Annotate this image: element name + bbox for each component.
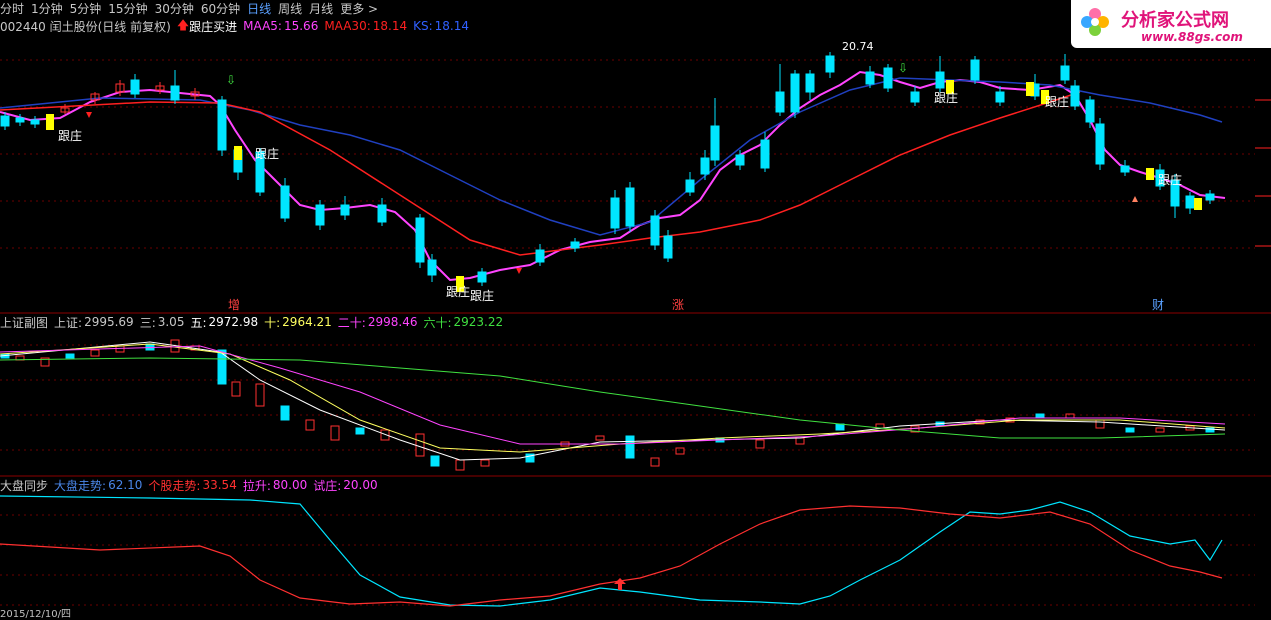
price-candle (735, 154, 745, 166)
follow-dealer-tag: 跟庄 (1045, 94, 1069, 109)
signal-candle (234, 146, 242, 160)
price-candle (280, 185, 290, 219)
price-candle (700, 157, 710, 175)
price-candle (30, 119, 40, 125)
index-candle (330, 425, 340, 441)
index-ma60-line (0, 357, 1226, 439)
price-candle (535, 249, 545, 263)
price-candle (805, 73, 815, 93)
index-candle (625, 435, 635, 459)
price-candle (883, 67, 893, 89)
index-candle (115, 345, 125, 353)
price-candle (625, 187, 635, 227)
index-candle (305, 419, 315, 431)
index-ma10-line (0, 343, 1226, 453)
price-candle (0, 115, 10, 127)
price-candle (760, 139, 770, 169)
index-candle (280, 405, 290, 421)
price-candle (825, 55, 835, 73)
logo-brand-text: 分析家公式网 (1121, 10, 1229, 31)
price-candle (315, 204, 325, 226)
index-candle (650, 457, 660, 467)
price-candle (217, 99, 227, 151)
follow-dealer-tag: 跟庄 (934, 90, 958, 105)
price-candle (1120, 165, 1130, 173)
price-candle (663, 235, 673, 259)
index-candle (90, 349, 100, 357)
price-candle (995, 91, 1005, 103)
index-candle (835, 423, 845, 431)
price-candle (377, 204, 387, 223)
index-candle (1125, 427, 1135, 433)
price-candle (340, 204, 350, 216)
index-candle (65, 353, 75, 359)
price-candle (1205, 193, 1215, 201)
follow-dealer-tag: 跟庄 (58, 128, 82, 143)
index-candle (480, 459, 490, 467)
price-candle (15, 117, 25, 123)
signal-candle (1146, 168, 1154, 180)
price-candle (970, 59, 980, 81)
price-candle (710, 125, 720, 161)
index-candle (795, 437, 805, 445)
ma30-line (0, 91, 1081, 256)
event-marker: 财 (1152, 298, 1164, 312)
down-arrow-icon: ⇩ (898, 61, 908, 75)
kline-chart-canvas[interactable]: 跟庄跟庄跟庄跟庄 跟庄跟庄跟庄20.74⇩⇩增涨财 (0, 0, 1271, 620)
event-marker: 涨 (672, 297, 684, 312)
index-candle (1035, 413, 1045, 419)
price-candle (1085, 99, 1095, 123)
index-candle (255, 383, 265, 407)
price-candle (170, 85, 180, 101)
index-candle (1095, 419, 1105, 429)
price-candle (1060, 65, 1070, 81)
price-candle (130, 79, 140, 95)
price-candle (865, 71, 875, 85)
market-trend-line (0, 495, 1223, 607)
sell-triangle-icon (1132, 196, 1138, 202)
price-candle (1185, 195, 1195, 209)
stock-trend-line (0, 505, 1223, 607)
down-arrow-icon: ⇩ (226, 73, 236, 87)
signal-candle (1194, 198, 1202, 210)
price-candle (1070, 85, 1080, 107)
flower-logo-icon (1081, 8, 1109, 36)
price-candle (935, 71, 945, 89)
index-candle (1155, 427, 1165, 433)
price-candle (685, 179, 695, 193)
price-candle (427, 259, 437, 276)
cursor-date: 2015/12/10/四 (0, 609, 72, 620)
price-candle (570, 241, 580, 249)
logo-url-text: www.88gs.com (1141, 30, 1243, 44)
index-candle (430, 455, 440, 467)
follow-dealer-tag: 跟庄 (1158, 172, 1182, 187)
price-candle (790, 73, 800, 113)
event-marker: 增 (228, 298, 240, 312)
price-candle (775, 91, 785, 113)
price-candle (1095, 123, 1105, 165)
index-candle (595, 435, 605, 441)
price-candle (477, 271, 487, 283)
buy-arrow-icon (86, 112, 92, 118)
index-ma5-line (0, 341, 1226, 461)
price-candle (610, 197, 620, 229)
index-candle (455, 459, 465, 471)
index-candle (355, 427, 365, 435)
price-candle (650, 215, 660, 246)
site-logo: 分析家公式网 www.88gs.com (1071, 0, 1271, 48)
price-candle (910, 91, 920, 103)
signal-candle (1026, 82, 1034, 96)
price-candle (415, 217, 425, 263)
index-candle (231, 381, 241, 397)
follow-dealer-tag: 跟庄 (446, 284, 470, 299)
index-candle (675, 447, 685, 455)
peak-price-label: 20.74 (842, 40, 874, 53)
follow-dealer-tag: 跟庄 (470, 288, 494, 303)
index-ma20-line (0, 345, 1226, 445)
index-candle (415, 433, 425, 457)
signal-candle (46, 114, 54, 130)
follow-dealer-tag: 跟庄 (255, 146, 279, 161)
buy-arrow-icon (516, 268, 522, 274)
index-candle (755, 439, 765, 449)
